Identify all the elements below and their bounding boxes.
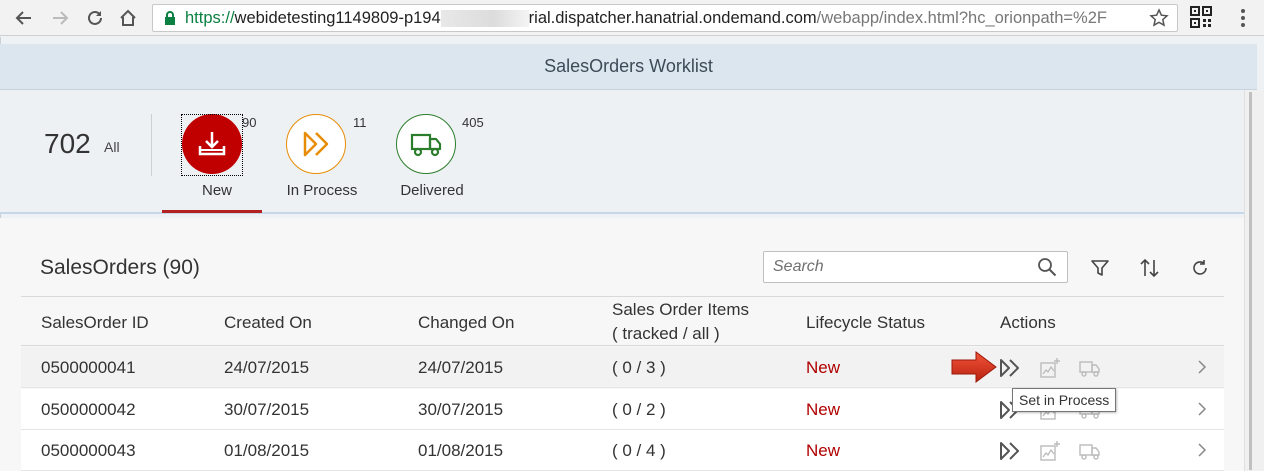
refresh-icon[interactable] [1188, 256, 1212, 280]
tab-count: 11 [353, 115, 367, 130]
set-in-process-icon[interactable] [998, 356, 1022, 380]
cell-created-on: 01/08/2015 [224, 441, 310, 460]
cell-changed-on: 01/08/2015 [418, 441, 504, 460]
chevron-right-icon[interactable] [1197, 401, 1207, 422]
url-path: /webapp/index.html?hc_orionpath=%2F [816, 8, 1107, 27]
lock-icon [164, 11, 176, 25]
tab-label: In Process [286, 182, 358, 199]
sort-icon[interactable] [1138, 256, 1162, 280]
column-changed-on[interactable]: Changed On [418, 313, 514, 333]
annotation-arrow-icon [950, 350, 998, 389]
total-count-label[interactable]: All [104, 139, 120, 155]
deliver-truck-icon[interactable] [1078, 439, 1102, 463]
tab-label: New [201, 182, 232, 199]
column-actions: Actions [1000, 313, 1056, 332]
qr-code-icon[interactable] [1190, 6, 1214, 30]
scrollbar[interactable] [1244, 90, 1264, 471]
home-icon[interactable] [116, 6, 140, 30]
tab-in-process[interactable]: 11 In Process [267, 112, 377, 212]
column-items[interactable]: Sales Order Items ( tracked / all ) [612, 298, 749, 346]
url-host-end: rial.dispatcher.hanatrial.ondemand.com [528, 8, 817, 27]
table-row[interactable]: 0500000041 24/07/2015 24/07/2015 ( 0 / 3… [21, 347, 1224, 388]
cell-lifecycle-status: New [806, 358, 841, 377]
truck-icon [396, 114, 456, 174]
add-tracking-icon[interactable] [1038, 439, 1062, 463]
column-created-on[interactable]: Created On [224, 313, 312, 333]
url-host-start: webidetesting1149809-p194 [234, 8, 441, 27]
reload-icon[interactable] [83, 6, 107, 30]
cell-changed-on: 24/07/2015 [418, 358, 504, 377]
chevron-right-icon[interactable] [1197, 442, 1207, 463]
tab-count: 90 [242, 115, 257, 130]
app-title: SalesOrders Worklist [0, 44, 1257, 90]
column-items-line1: Sales Order Items [612, 300, 749, 319]
column-lifecycle-status[interactable]: Lifecycle Status [806, 313, 925, 333]
filter-icon[interactable] [1088, 256, 1112, 280]
bookmark-star-icon[interactable] [1149, 8, 1169, 31]
cell-items: ( 0 / 4 ) [612, 441, 666, 460]
cell-lifecycle-status: New [806, 400, 841, 419]
column-salesorder-id[interactable]: SalesOrder ID [41, 313, 149, 333]
tooltip: Set in Process [1012, 388, 1117, 412]
cell-created-on: 30/07/2015 [224, 400, 310, 419]
cell-items: ( 0 / 3 ) [612, 358, 666, 377]
url-scheme: https:// [185, 8, 235, 27]
table-row[interactable]: 0500000043 01/08/2015 01/08/2015 ( 0 / 4… [21, 430, 1224, 471]
forward-icon[interactable] [48, 6, 72, 30]
add-tracking-icon[interactable] [1038, 356, 1062, 380]
url-redacted [440, 9, 529, 27]
tab-delivered[interactable]: 405 Delivered [377, 112, 487, 212]
cell-salesorder-id: 0500000043 [41, 441, 136, 460]
tab-count: 405 [462, 115, 484, 130]
tab-separator [151, 114, 152, 176]
cell-created-on: 24/07/2015 [224, 358, 310, 377]
cell-salesorder-id: 0500000041 [41, 358, 136, 377]
total-count: 702 [44, 128, 91, 159]
tab-label: Delivered [400, 182, 464, 199]
search-icon[interactable] [1037, 257, 1057, 282]
focus-outline [181, 114, 243, 176]
search-input[interactable] [763, 251, 1068, 283]
set-in-process-icon[interactable] [998, 439, 1022, 463]
deliver-truck-icon[interactable] [1078, 356, 1102, 380]
browser-menu-icon[interactable] [1236, 6, 1250, 30]
scrollbar-thumb[interactable] [1249, 92, 1252, 470]
back-icon[interactable] [12, 6, 36, 30]
table-title: SalesOrders (90) [40, 256, 200, 279]
table-column-header: SalesOrder ID Created On Changed On Sale… [21, 296, 1224, 346]
cell-changed-on: 30/07/2015 [418, 400, 504, 419]
cell-lifecycle-status: New [806, 441, 841, 460]
column-items-line2: ( tracked / all ) [612, 324, 720, 343]
chevron-right-icon[interactable] [1197, 359, 1207, 380]
cell-items: ( 0 / 2 ) [612, 400, 666, 419]
browser-toolbar: https:// webidetesting1149809-p194 rial.… [0, 0, 1264, 36]
selected-tab-indicator [162, 210, 262, 213]
fast-forward-icon [286, 114, 346, 174]
address-bar[interactable]: https:// webidetesting1149809-p194 rial.… [152, 4, 1178, 32]
cell-salesorder-id: 0500000042 [41, 400, 136, 419]
